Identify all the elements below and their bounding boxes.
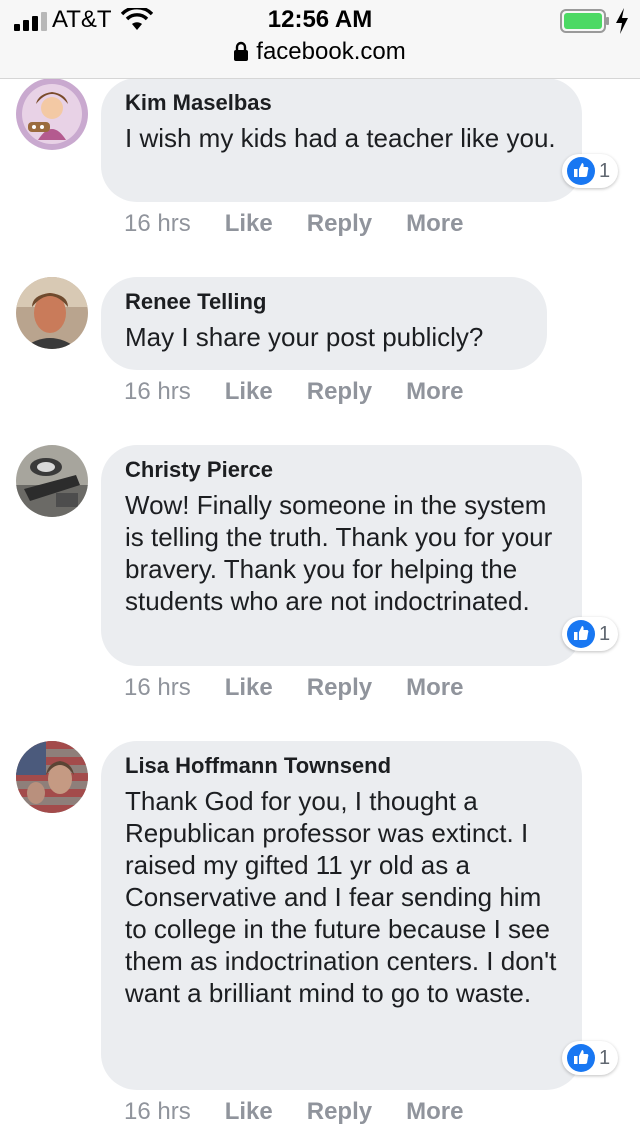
lock-icon <box>234 41 249 61</box>
reply-button[interactable]: Reply <box>307 378 372 405</box>
comment-timestamp[interactable]: 16 hrs <box>124 378 191 405</box>
avatar[interactable] <box>16 445 88 517</box>
comment-author[interactable]: Kim Maselbas <box>125 88 558 118</box>
comment-text: May I share your post publicly? <box>125 322 484 352</box>
comment-text: Wow! Finally someone in the system is te… <box>125 490 553 616</box>
comment-timestamp[interactable]: 16 hrs <box>124 1098 191 1125</box>
like-reaction-icon <box>567 620 595 648</box>
like-button[interactable]: Like <box>225 1098 273 1125</box>
battery-icon <box>560 9 609 33</box>
reaction-summary[interactable]: 1 <box>562 154 619 188</box>
like-button[interactable]: Like <box>225 210 273 237</box>
browser-top-bar: AT&T 12:56 AM facebook.com <box>0 0 640 79</box>
comment-actions: 16 hrs Like Reply More <box>124 1098 497 1126</box>
comment-text: I wish my kids had a teacher like you. <box>125 123 556 153</box>
url-text: facebook.com <box>256 38 406 65</box>
comment-bubble: Kim Maselbas I wish my kids had a teache… <box>101 78 582 202</box>
more-button[interactable]: More <box>406 1098 463 1125</box>
reaction-count: 1 <box>599 622 611 645</box>
comment-timestamp[interactable]: 16 hrs <box>124 210 191 237</box>
comment-actions: 16 hrs Like Reply More <box>124 674 497 702</box>
comment-actions: 16 hrs Like Reply More <box>124 378 497 406</box>
like-button[interactable]: Like <box>225 378 273 405</box>
like-reaction-icon <box>567 157 595 185</box>
comment-bubble: Lisa Hoffmann Townsend Thank God for you… <box>101 741 582 1090</box>
clock: 12:56 AM <box>267 6 373 33</box>
reply-button[interactable]: Reply <box>307 1098 372 1125</box>
comment-bubble: Renee Telling May I share your post publ… <box>101 277 547 370</box>
reply-button[interactable]: Reply <box>307 674 372 701</box>
comment-author[interactable]: Christy Pierce <box>125 455 558 485</box>
avatar[interactable] <box>16 741 88 813</box>
address-bar[interactable]: facebook.com <box>0 38 640 70</box>
avatar[interactable] <box>16 78 88 150</box>
comment-text: Thank God for you, I thought a Republica… <box>125 786 557 1008</box>
more-button[interactable]: More <box>406 378 463 405</box>
reaction-summary[interactable]: 1 <box>562 617 619 651</box>
reply-button[interactable]: Reply <box>307 210 372 237</box>
comment-timestamp[interactable]: 16 hrs <box>124 674 191 701</box>
avatar[interactable] <box>16 277 88 349</box>
more-button[interactable]: More <box>406 674 463 701</box>
charging-icon <box>616 8 628 34</box>
reaction-count: 1 <box>599 159 611 182</box>
comment-author[interactable]: Renee Telling <box>125 287 523 317</box>
comment-actions: 16 hrs Like Reply More <box>124 210 497 238</box>
like-reaction-icon <box>567 1044 595 1072</box>
comment-bubble: Christy Pierce Wow! Finally someone in t… <box>101 445 582 666</box>
comment-author[interactable]: Lisa Hoffmann Townsend <box>125 751 558 781</box>
like-button[interactable]: Like <box>225 674 273 701</box>
more-button[interactable]: More <box>406 210 463 237</box>
reaction-summary[interactable]: 1 <box>562 1041 619 1075</box>
reaction-count: 1 <box>599 1046 611 1069</box>
